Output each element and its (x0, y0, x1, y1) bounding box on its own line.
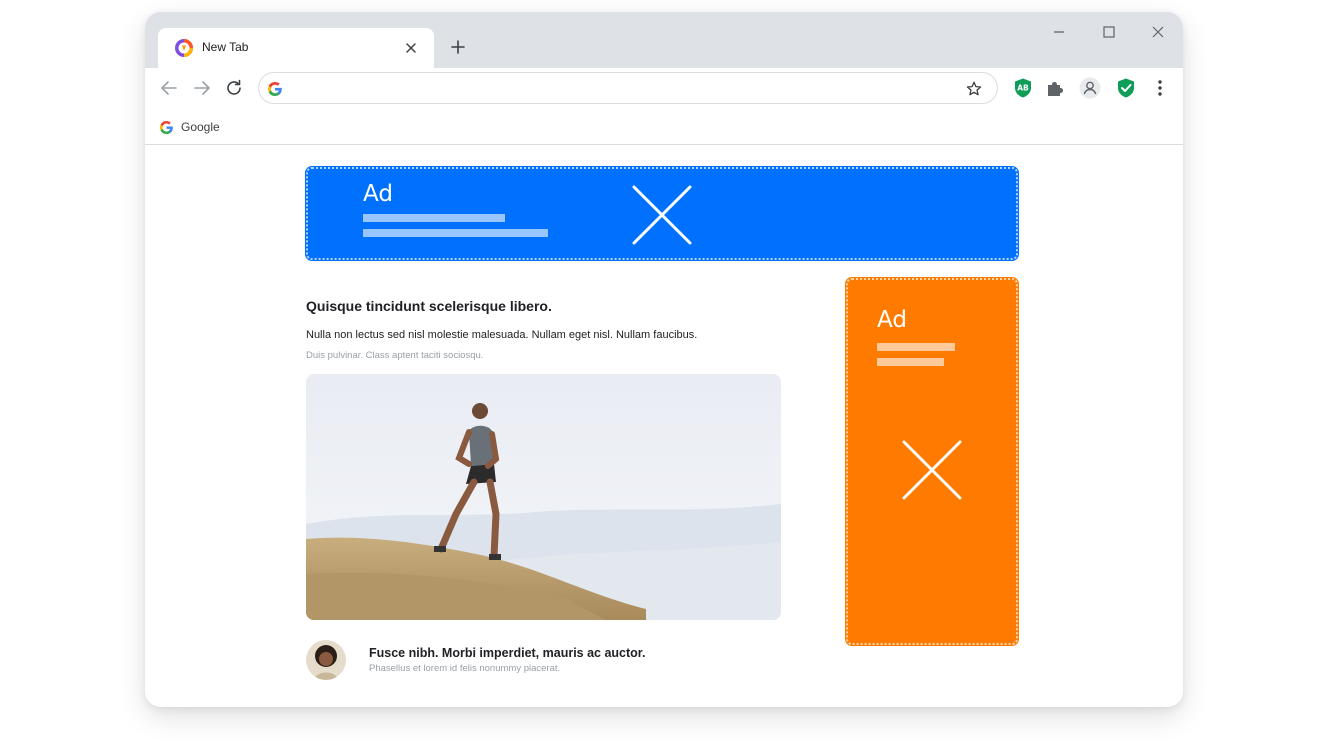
title-bar: New Tab (145, 12, 1183, 68)
blocked-x-icon (632, 185, 692, 245)
browser-window: New Tab AB Google Ad Ad Quisque tincidun… (145, 12, 1183, 707)
tab-title: New Tab (202, 40, 249, 54)
minimize-icon[interactable] (1049, 22, 1069, 42)
avatar (306, 640, 346, 680)
profile-icon[interactable] (1079, 77, 1101, 99)
blocked-x-icon (902, 440, 962, 500)
puzzle-icon[interactable] (1044, 77, 1066, 99)
article-text: Nulla non lectus sed nisl molestie males… (306, 329, 698, 341)
ad-label: Ad (363, 181, 393, 207)
google-icon (268, 82, 282, 96)
adblock-icon[interactable]: AB (1012, 77, 1034, 99)
ad-sidebar-blocked: Ad (845, 277, 1019, 646)
new-tab-plus-icon[interactable] (447, 36, 469, 58)
bookmark-label: Google (181, 120, 220, 134)
runner-image (306, 374, 781, 620)
article-subtext: Duis pulvinar. Class aptent taciti socio… (306, 350, 484, 361)
kebab-menu-icon[interactable] (1149, 77, 1171, 99)
forward-arrow-icon[interactable] (191, 77, 213, 99)
ad-label: Ad (877, 307, 907, 333)
ad-text-line (877, 343, 955, 351)
avatar-image (306, 640, 346, 680)
article-title: Quisque tincidunt scelerisque libero. (306, 298, 552, 314)
bookmark-star-icon[interactable] (965, 80, 983, 98)
ad-text-line (363, 229, 548, 237)
close-icon[interactable] (403, 40, 419, 56)
address-bar[interactable] (258, 72, 998, 104)
bookmarks-bar: Google (145, 108, 1183, 145)
browser-toolbar: AB (145, 68, 1183, 108)
article-photo-runner (306, 374, 781, 620)
browser-logo-icon (175, 39, 193, 57)
ad-banner-blocked: Ad (305, 166, 1019, 261)
bookmark-google[interactable]: Google (159, 118, 220, 136)
reload-icon[interactable] (223, 77, 245, 99)
address-input[interactable] (289, 79, 949, 99)
google-icon (159, 120, 173, 134)
close-window-icon[interactable] (1148, 22, 1168, 42)
shield-check-icon[interactable] (1115, 77, 1137, 99)
tab-new-tab[interactable]: New Tab (158, 28, 434, 68)
svg-text:AB: AB (1017, 84, 1029, 93)
author-subtitle: Phasellus et lorem id felis nonummy plac… (369, 663, 561, 674)
maximize-icon[interactable] (1099, 22, 1119, 42)
author-headline: Fusce nibh. Morbi imperdiet, mauris ac a… (369, 646, 646, 660)
back-arrow-icon[interactable] (158, 77, 180, 99)
ad-text-line (877, 358, 944, 366)
ad-text-line (363, 214, 505, 222)
